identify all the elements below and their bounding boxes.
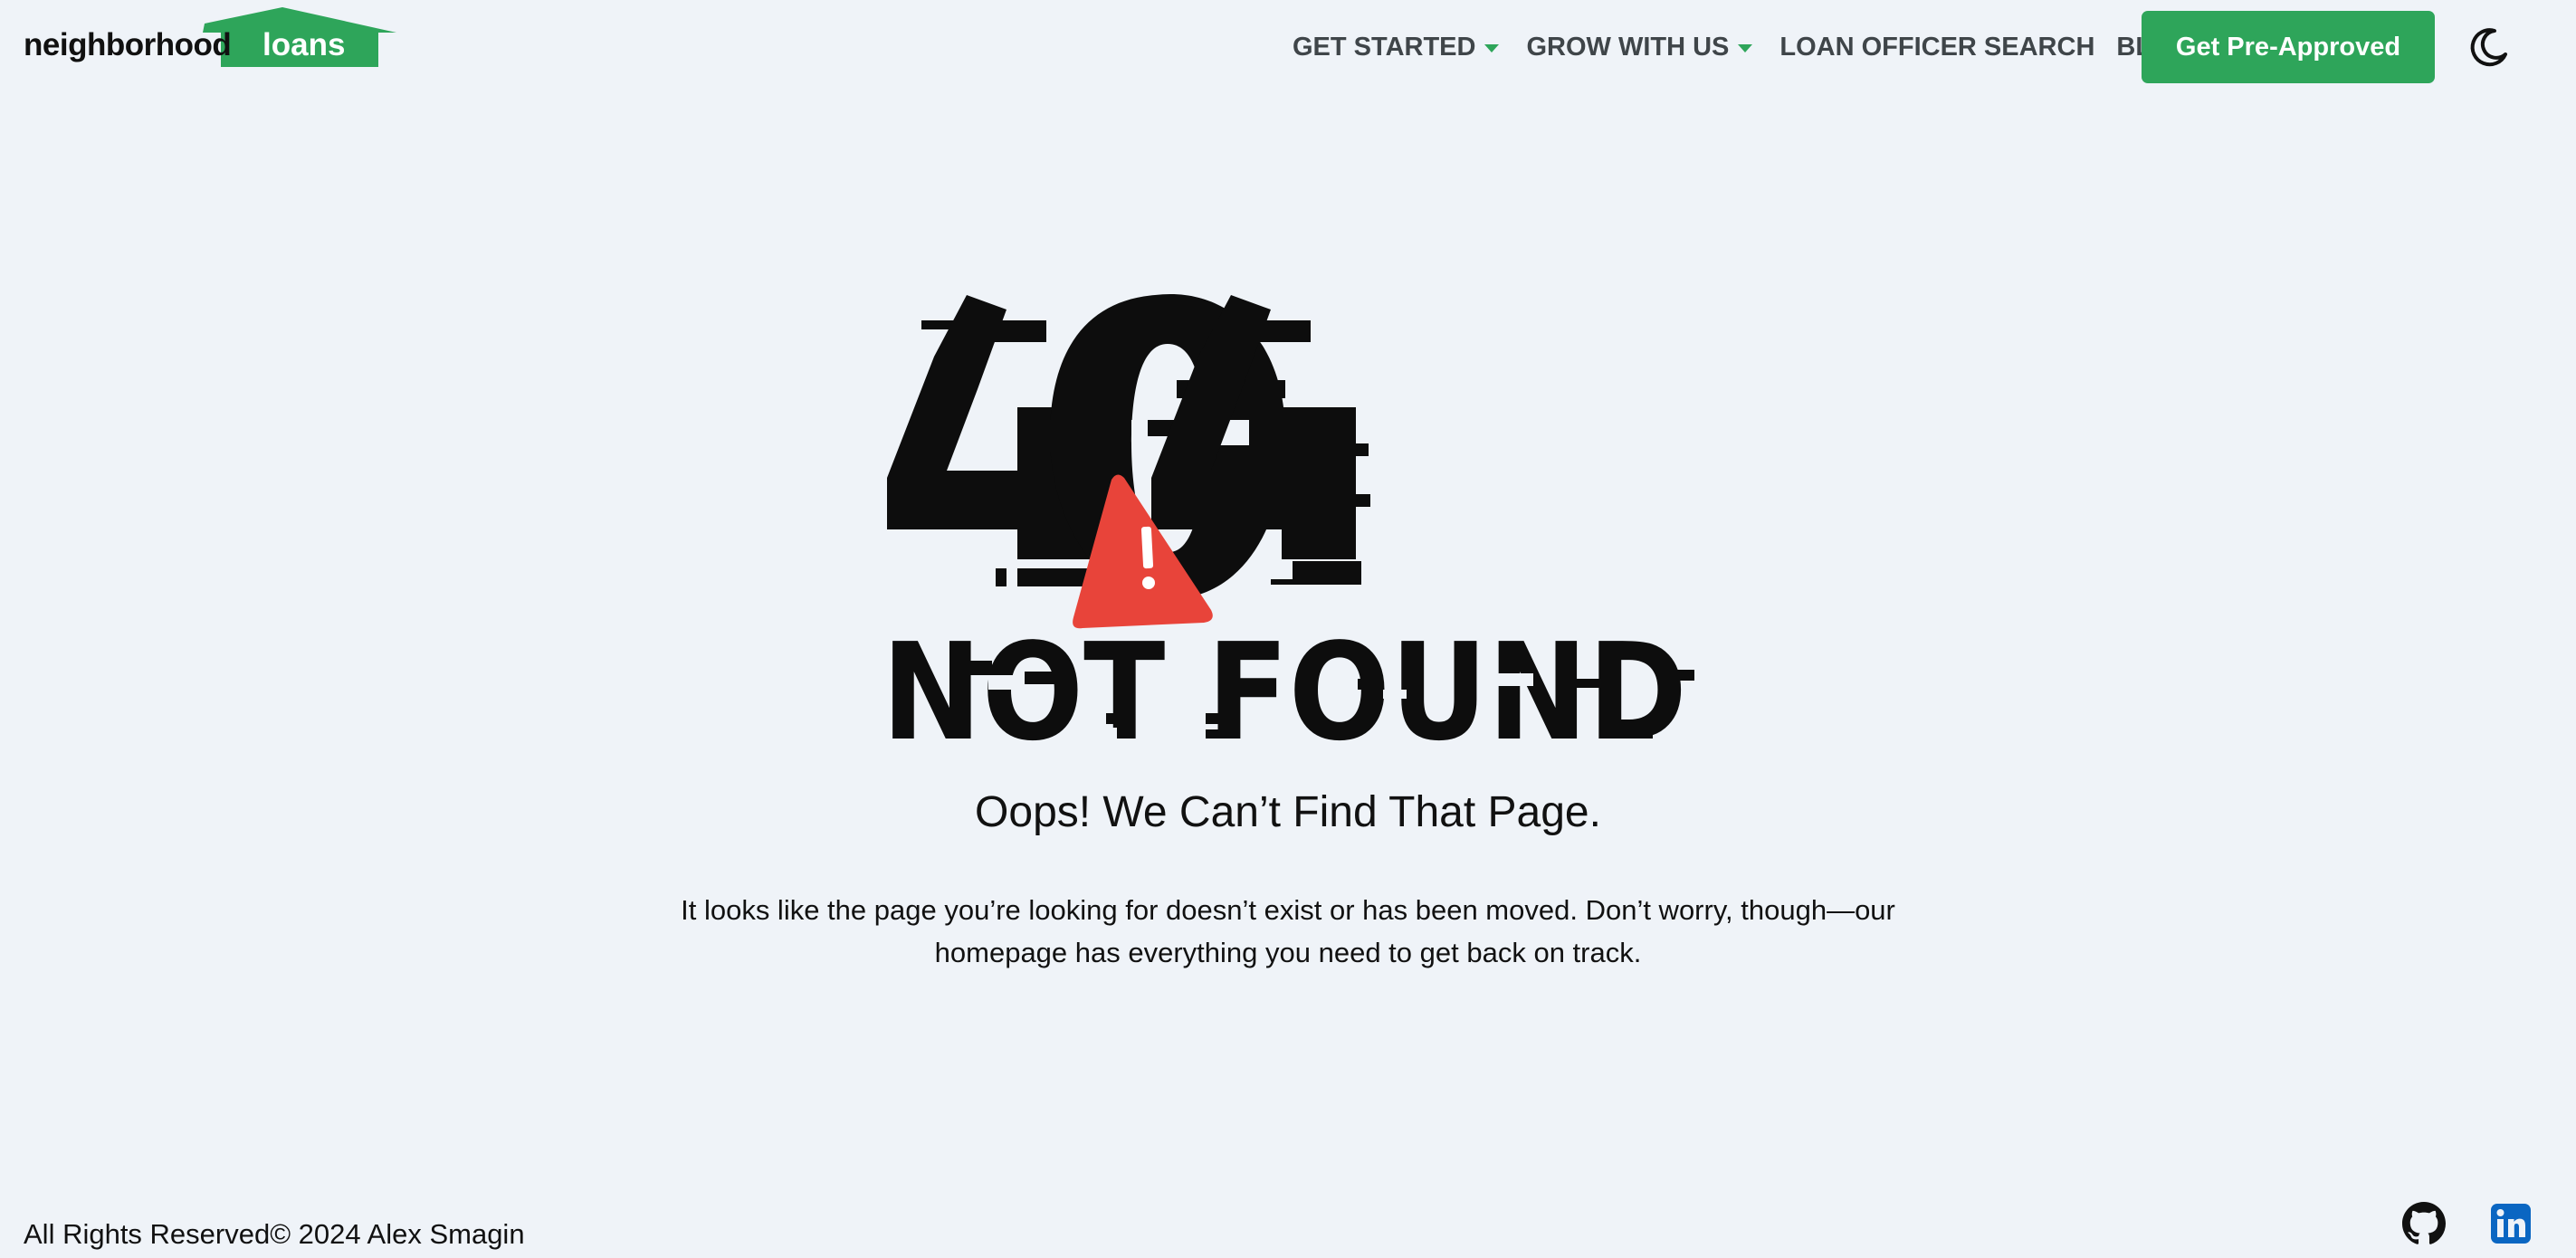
github-icon[interactable] xyxy=(2402,1202,2446,1245)
get-pre-approved-button[interactable]: Get Pre-Approved xyxy=(2142,11,2435,83)
copyright-text: All Rights Reserved© 2024 Alex Smagin xyxy=(24,1218,525,1250)
page-title: Oops! We Can’t Find That Page. xyxy=(975,788,1601,836)
error-description: It looks like the page you’re looking fo… xyxy=(681,894,1895,968)
nav-item-label: GET STARTED xyxy=(1293,32,1476,62)
not-found-illustration: NOT FOUND xyxy=(882,293,1694,751)
nav-item-grow-with-us[interactable]: GROW WITH US xyxy=(1526,32,1753,62)
nav-item-label: GROW WITH US xyxy=(1526,32,1730,62)
nav-item-loan-officer-search[interactable]: LOAN OFFICER SEARCH xyxy=(1779,33,2094,62)
nav-item-label: LOAN OFFICER SEARCH xyxy=(1779,32,2095,62)
logo-word-loans: loans xyxy=(262,27,346,62)
main-nav: GET STARTED GROW WITH US LOAN OFFICER SE… xyxy=(1293,0,2214,94)
site-header: neighborhood loans GET STARTED GROW WITH… xyxy=(0,0,2576,94)
chevron-down-icon xyxy=(1738,43,1753,52)
linkedin-icon[interactable] xyxy=(2489,1202,2533,1245)
logo-word-neighborhood: neighborhood xyxy=(24,27,232,62)
moon-icon[interactable] xyxy=(2467,25,2511,69)
site-logo[interactable]: neighborhood loans xyxy=(24,7,404,71)
chevron-down-icon xyxy=(1484,43,1500,52)
nav-item-get-started[interactable]: GET STARTED xyxy=(1293,32,1500,62)
